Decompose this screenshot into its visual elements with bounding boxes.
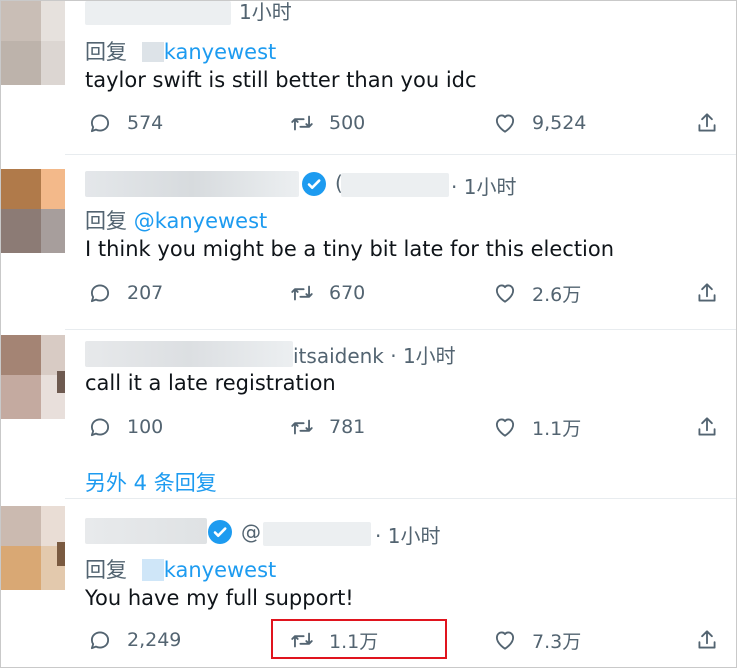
like-button[interactable]: 7.3万 — [492, 624, 581, 656]
tweet-thread: 1小时 回复 kanyewest taylor swift is still b… — [0, 0, 737, 668]
like-icon — [495, 418, 515, 437]
reply-to-line: 回复 kanyewest — [85, 36, 276, 66]
divider — [65, 154, 736, 155]
like-button[interactable]: 1.1万 — [492, 411, 581, 443]
tweet-text: call it a late registration — [85, 371, 336, 395]
retweet-button[interactable]: 670 — [289, 277, 365, 309]
tweet-actions: 100 781 1.1万 — [1, 411, 736, 451]
redacted-name — [85, 518, 207, 544]
avatar[interactable] — [1, 1, 65, 89]
tweet-3[interactable]: itsaidenk · 1小时 call it a late registrat… — [1, 335, 736, 497]
reply-to-line: 回复 kanyewest — [85, 554, 276, 584]
retweet-button[interactable]: 781 — [289, 411, 365, 443]
reply-count: 207 — [127, 282, 164, 304]
tweet-actions: 574 500 9,524 — [1, 107, 736, 147]
like-icon — [495, 284, 515, 303]
redacted-name — [85, 1, 231, 25]
retweet-button[interactable]: 500 — [289, 107, 365, 139]
like-count: 7.3万 — [532, 630, 582, 653]
tweet-time: 1小时 — [239, 0, 292, 24]
like-icon — [495, 631, 515, 650]
share-icon[interactable] — [694, 280, 720, 306]
retweet-highlight-box — [271, 619, 447, 659]
reply-icon — [90, 284, 110, 303]
tweet-text: taylor swift is still better than you id… — [85, 68, 477, 92]
reply-prefix: 回复 — [85, 558, 127, 582]
divider — [65, 498, 736, 499]
like-icon — [495, 114, 515, 133]
verified-badge-icon — [208, 520, 232, 544]
handle-and-time: itsaidenk · 1小时 — [293, 344, 456, 368]
tweet-text: You have my full support! — [85, 586, 354, 610]
reply-icon — [90, 631, 110, 650]
redacted-name — [85, 171, 299, 197]
reply-button[interactable]: 100 — [87, 411, 163, 443]
redacted-name — [85, 341, 293, 367]
retweet-icon — [291, 285, 313, 301]
reply-count: 2,249 — [127, 629, 182, 651]
retweet-icon — [291, 115, 313, 131]
reply-icon — [90, 418, 110, 437]
redacted-at — [141, 559, 164, 581]
retweet-count: 670 — [329, 282, 366, 304]
reply-to-line: 回复 @kanyewest — [85, 205, 267, 235]
share-icon[interactable] — [694, 110, 720, 136]
reply-count: 100 — [127, 416, 164, 438]
handle-at: @ — [241, 520, 261, 544]
like-count: 1.1万 — [532, 417, 582, 440]
mention-link[interactable]: kanyewest — [164, 558, 277, 582]
tweet-actions: 207 670 2.6万 — [1, 277, 736, 317]
tweet-time: · 1小时 — [451, 175, 517, 199]
retweet-icon — [291, 419, 313, 435]
redacted-handle — [263, 522, 371, 546]
like-button[interactable]: 2.6万 — [492, 277, 581, 309]
reply-prefix: 回复 — [85, 40, 127, 64]
retweet-count: 500 — [329, 112, 366, 134]
share-icon[interactable] — [694, 414, 720, 440]
share-icon[interactable] — [694, 627, 720, 653]
redacted-handle — [341, 173, 449, 197]
avatar[interactable] — [1, 169, 65, 253]
like-count: 2.6万 — [532, 283, 582, 306]
like-button[interactable]: 9,524 — [492, 107, 586, 139]
reply-button[interactable]: 207 — [87, 277, 163, 309]
like-count: 9,524 — [532, 112, 587, 134]
reply-button[interactable]: 2,249 — [87, 624, 181, 656]
redacted-at — [141, 42, 164, 62]
tweet-text: I think you might be a tiny bit late for… — [85, 237, 615, 261]
mention-link[interactable]: kanyewest — [164, 40, 277, 64]
tweet-1[interactable]: 1小时 回复 kanyewest taylor swift is still b… — [1, 0, 736, 154]
retweet-count: 781 — [329, 416, 366, 438]
divider — [65, 329, 736, 330]
reply-prefix: 回复 — [85, 209, 127, 233]
tweet-time: · 1小时 — [375, 524, 441, 548]
tweet-2[interactable]: ( · 1小时 回复 @kanyewest I think you might … — [1, 161, 736, 324]
avatar[interactable] — [1, 506, 65, 590]
avatar[interactable] — [1, 335, 65, 421]
mention-link[interactable]: @kanyewest — [134, 209, 268, 233]
show-more-replies-link[interactable]: 另外 4 条回复 — [85, 467, 217, 497]
reply-icon — [90, 114, 110, 133]
reply-button[interactable]: 574 — [87, 107, 163, 139]
verified-badge-icon — [302, 172, 326, 196]
reply-count: 574 — [127, 112, 164, 134]
